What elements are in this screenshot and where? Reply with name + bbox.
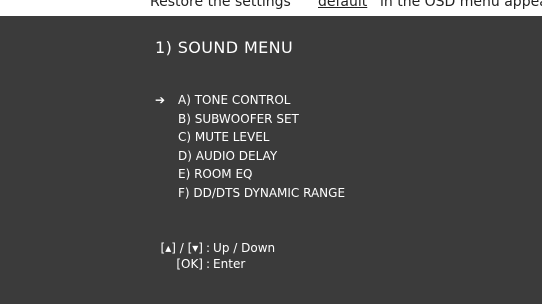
help-row-enter: [OK]: Enter <box>115 256 275 272</box>
menu-item-subwoofer-set[interactable]: B) SUBWOOFER SET <box>155 110 345 129</box>
up-down-keys: [▴] / [▾] <box>160 241 203 255</box>
help-action: Enter <box>213 257 246 271</box>
menu-item-label: A) TONE CONTROL <box>178 93 291 107</box>
menu-title: 1) SOUND MENU <box>155 38 294 57</box>
menu-item-label: D) AUDIO DELAY <box>178 148 278 163</box>
menu-item-room-eq[interactable]: E) ROOM EQ <box>155 165 345 184</box>
selection-arrow-icon: ➔ <box>155 93 166 107</box>
menu-item-label: F) DD/DTS DYNAMIC RANGE <box>178 185 346 200</box>
menu-item-label: B) SUBWOOFER SET <box>178 111 299 126</box>
help-separator: : <box>206 241 211 255</box>
menu-item-label: E) ROOM EQ <box>178 167 253 181</box>
caption-text: Restore the settings default in the OSD … <box>0 0 542 16</box>
sound-menu-list: ➔ A) TONE CONTROL B) SUBWOOFER SET C) MU… <box>155 91 345 202</box>
help-separator: : <box>206 257 211 271</box>
help-action: Up / Down <box>213 241 276 255</box>
help-row-up-down: [▴] / [▾]: Up / Down <box>115 240 276 256</box>
menu-item-tone-control[interactable]: ➔ A) TONE CONTROL <box>155 91 345 110</box>
menu-item-dd-dts-dynamic-range[interactable]: F) DD/DTS DYNAMIC RANGE <box>155 184 345 203</box>
menu-item-label: C) MUTE LEVEL <box>178 130 270 144</box>
ok-key: [OK] <box>176 257 203 271</box>
navigation-help: [▴] / [▾]: Up / Down [OK]: Enter <box>115 240 276 272</box>
caption-prefix: Restore the settings <box>150 0 291 10</box>
osd-screen: 1) SOUND MENU ➔ A) TONE CONTROL B) SUBWO… <box>0 16 542 304</box>
caption-underlined: default <box>318 0 368 10</box>
caption-suffix: in the OSD menu appears: <box>380 0 542 10</box>
menu-item-audio-delay[interactable]: D) AUDIO DELAY <box>155 147 345 166</box>
menu-item-mute-level[interactable]: C) MUTE LEVEL <box>155 128 345 147</box>
